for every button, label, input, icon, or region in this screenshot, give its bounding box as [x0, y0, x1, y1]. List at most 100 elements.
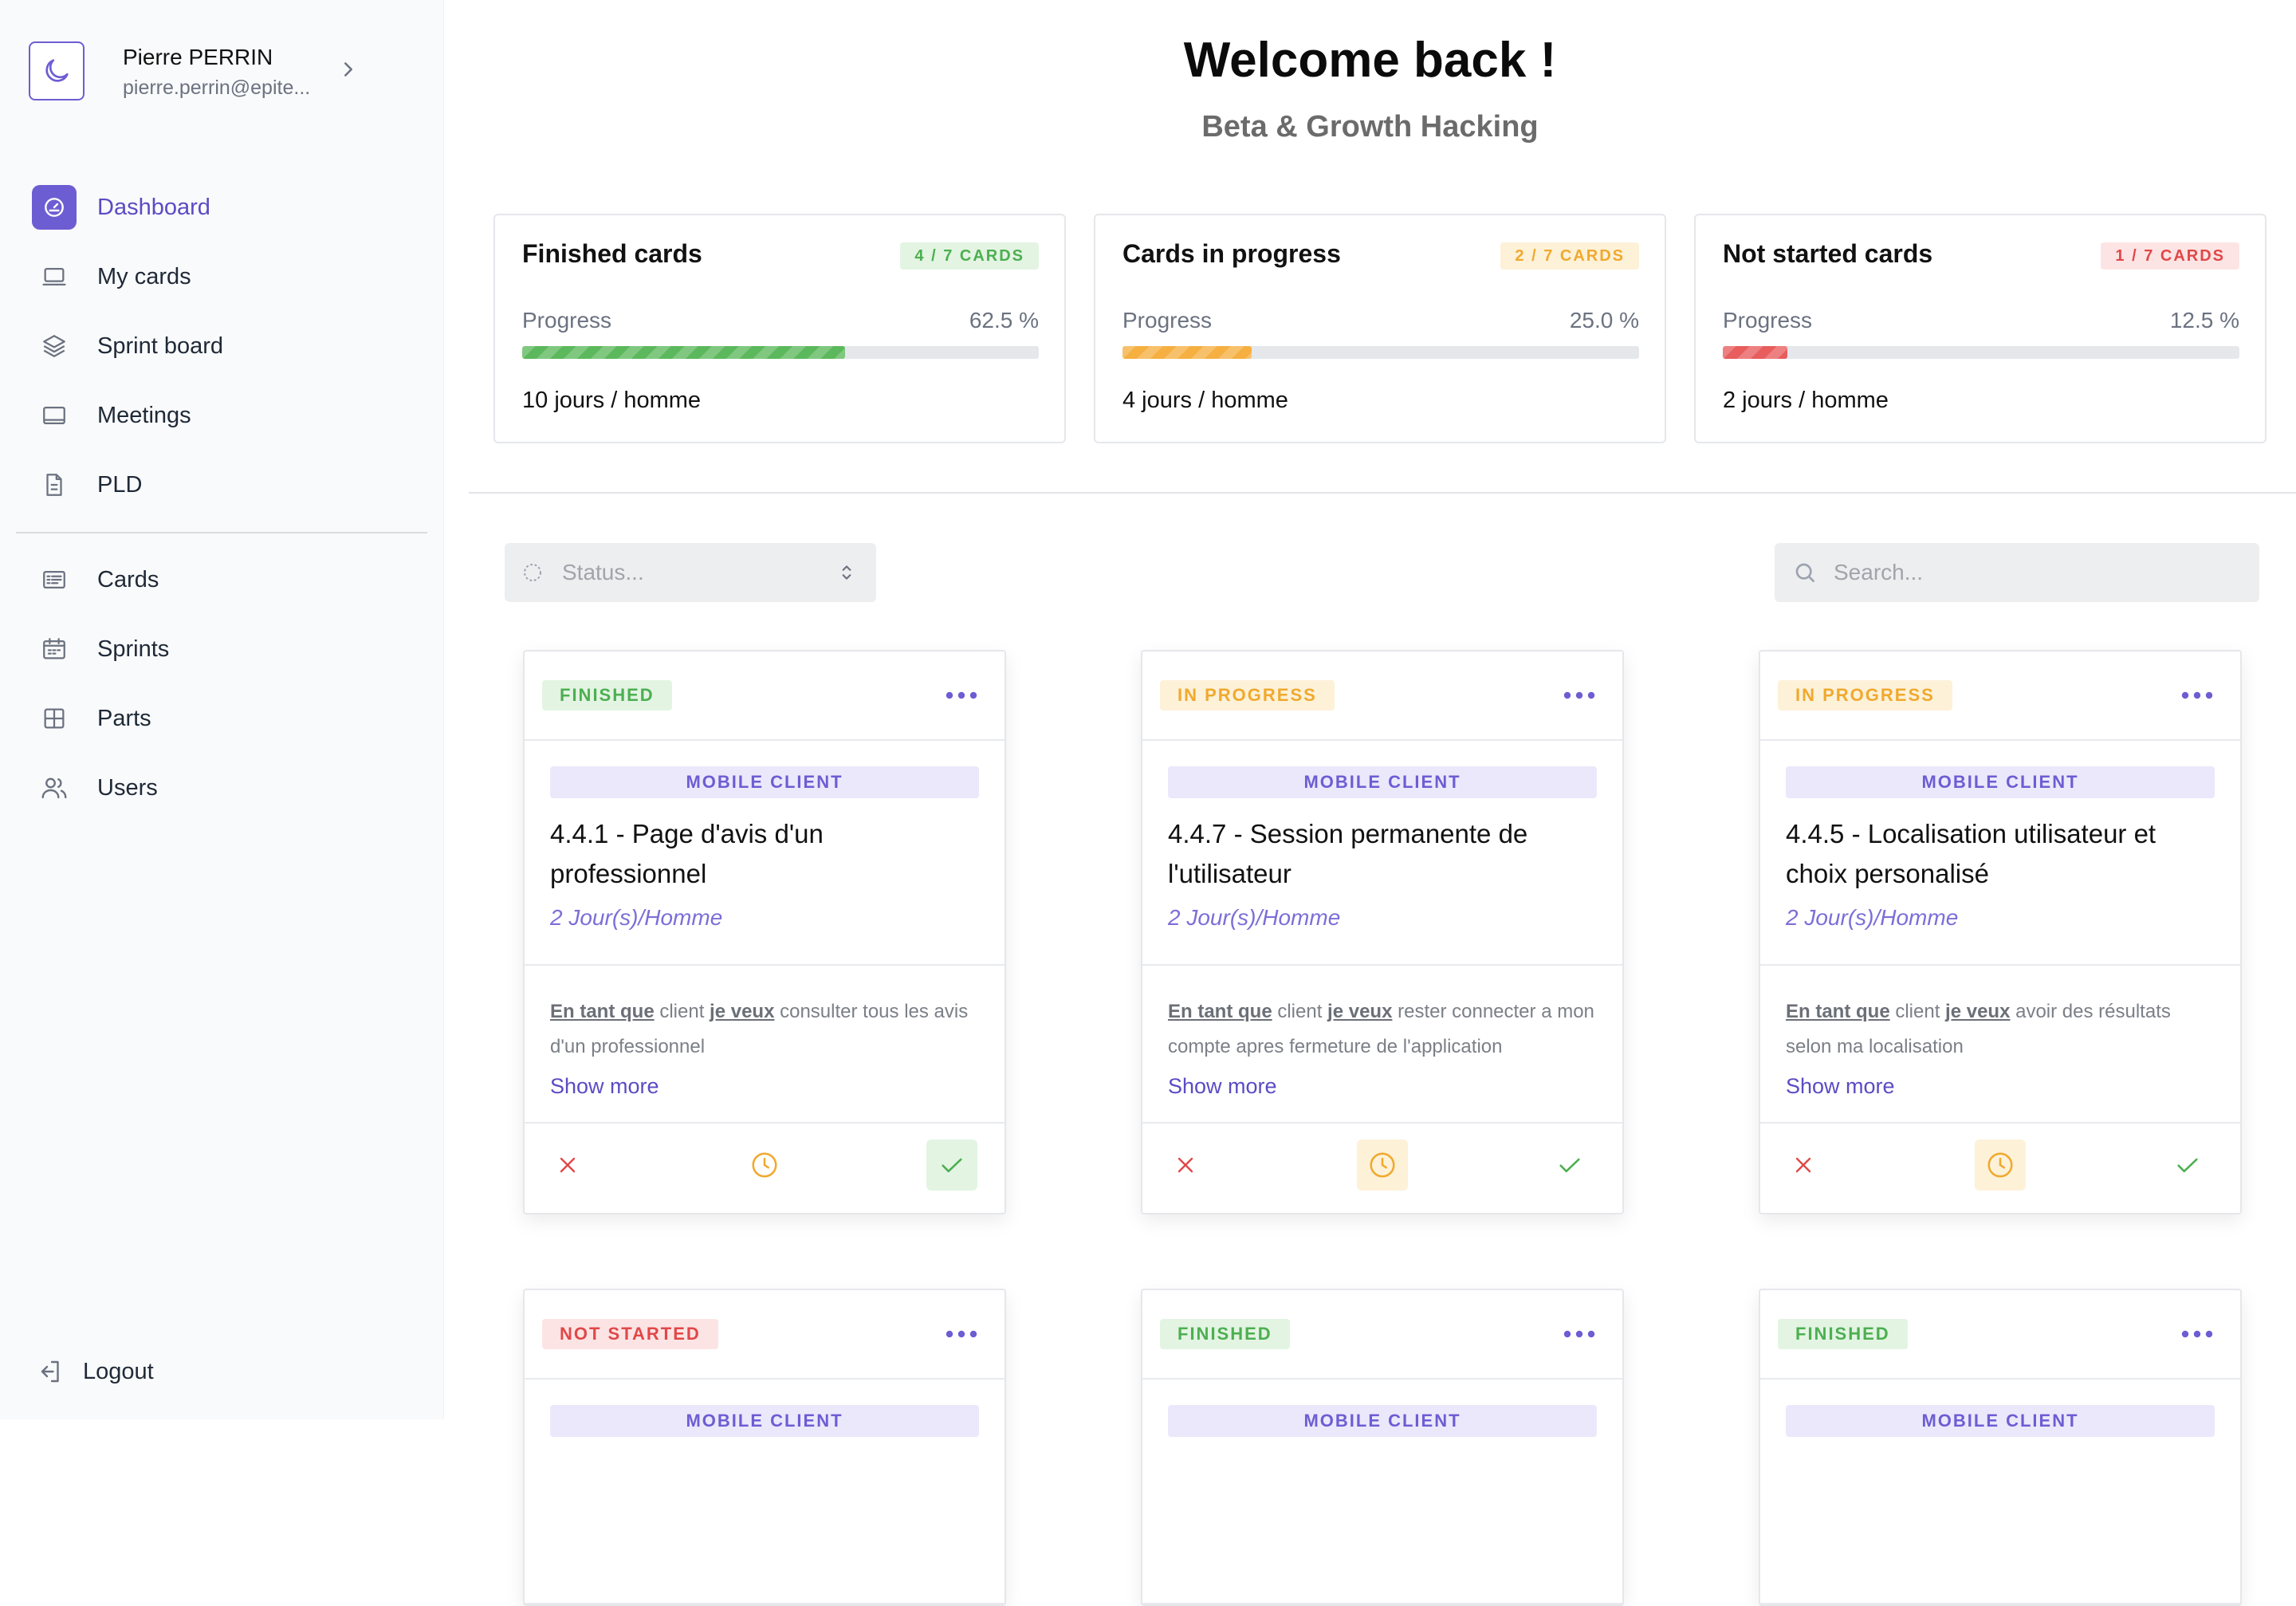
- nav-divider: [16, 532, 427, 533]
- card-status-badge: IN PROGRESS: [1160, 680, 1335, 710]
- task-card: NOT STARTED MOBILE CLIENT: [523, 1289, 1006, 1606]
- show-more-link[interactable]: Show more: [550, 1074, 659, 1099]
- stat-badge: 2 / 7 CARDS: [1500, 242, 1639, 270]
- card-part-tag: MOBILE CLIENT: [550, 1405, 979, 1437]
- mark-in-progress-button[interactable]: [739, 1140, 790, 1191]
- logout-label: Logout: [83, 1358, 154, 1384]
- close-icon: [1795, 1157, 1811, 1173]
- progress-value: 25.0 %: [1569, 308, 1639, 333]
- card-part-tag: MOBILE CLIENT: [1786, 766, 2215, 798]
- progress-bar: [1723, 346, 2239, 359]
- sidebar-item-label: Parts: [97, 705, 151, 731]
- card-part-tag: MOBILE CLIENT: [1786, 1405, 2215, 1437]
- sidebar-item-label: Cards: [97, 566, 159, 592]
- mark-not-started-button[interactable]: [1160, 1140, 1211, 1191]
- task-card: IN PROGRESS MOBILE CLIENT 4.4.5 - Locali…: [1759, 650, 2242, 1214]
- more-options-icon[interactable]: [1562, 683, 1597, 707]
- sidebar-item-pld[interactable]: PLD: [32, 461, 415, 509]
- sidebar-item-parts[interactable]: Parts: [32, 695, 415, 742]
- more-options-icon[interactable]: [944, 1322, 979, 1346]
- progress-label: Progress: [1122, 308, 1213, 333]
- sidebar-item-sprints[interactable]: Sprints: [32, 625, 415, 673]
- status-dashed-circle-icon: [524, 564, 541, 581]
- card-description: En tant que client je veux avoir des rés…: [1786, 1001, 2171, 1057]
- sidebar-item-users[interactable]: Users: [32, 764, 415, 812]
- laptop-icon: [32, 254, 77, 299]
- page-title: Welcome back !: [1183, 33, 1557, 88]
- more-options-icon[interactable]: [1562, 1322, 1597, 1346]
- mark-in-progress-button[interactable]: [1357, 1140, 1408, 1191]
- stat-card-finished: Finished cards 4 / 7 CARDS Progress 62.5…: [493, 214, 1066, 443]
- chevron-right-icon: [344, 62, 352, 77]
- task-card: FINISHED MOBILE CLIENT: [1759, 1289, 2242, 1606]
- task-card: FINISHED MOBILE CLIENT 4.4.1 - Page d'av…: [523, 650, 1006, 1214]
- search-input[interactable]: [1832, 559, 2234, 586]
- profile-email: pierre.perrin@epite...: [123, 77, 311, 99]
- check-icon: [942, 1158, 962, 1173]
- stat-badge: 1 / 7 CARDS: [2101, 242, 2239, 270]
- stat-badge: 4 / 7 CARDS: [900, 242, 1039, 270]
- search-box: [1775, 543, 2259, 602]
- card-description: En tant que client je veux consulter tou…: [550, 1001, 969, 1057]
- clock-icon: [1370, 1152, 1395, 1178]
- calendar-icon: [32, 627, 77, 671]
- task-card: FINISHED MOBILE CLIENT: [1141, 1289, 1624, 1606]
- card-title: 4.4.7 - Session permanente de l'utilisat…: [1168, 819, 1528, 888]
- close-icon: [560, 1157, 576, 1173]
- card-duration: 2 Jour(s)/Homme: [1786, 905, 1959, 930]
- task-card: IN PROGRESS MOBILE CLIENT 4.4.7 - Sessio…: [1141, 650, 1624, 1214]
- sidebar-item-dashboard[interactable]: Dashboard: [32, 183, 415, 231]
- card-status-badge: IN PROGRESS: [1778, 680, 1952, 710]
- card-status-badge: FINISHED: [1778, 1319, 1908, 1349]
- status-filter-placeholder: Status...: [562, 560, 644, 585]
- mark-not-started-button[interactable]: [1778, 1140, 1829, 1191]
- search-icon: [1795, 563, 1814, 582]
- progress-fill: [1122, 346, 1252, 359]
- progress-label: Progress: [1723, 308, 1813, 333]
- mark-finished-button[interactable]: [926, 1140, 977, 1191]
- sidebar-item-my-cards[interactable]: My cards: [32, 253, 415, 301]
- logout-icon: [41, 1360, 59, 1383]
- progress-bar: [1122, 346, 1639, 359]
- mark-in-progress-button[interactable]: [1975, 1140, 2026, 1191]
- dashboard-icon: [32, 185, 77, 230]
- project-subtitle: Beta & Growth Hacking: [1201, 110, 1539, 144]
- sidebar-item-cards[interactable]: Cards: [32, 556, 415, 604]
- screen-icon: [32, 393, 77, 438]
- profile-name: Pierre PERRIN: [123, 45, 273, 69]
- logout-button[interactable]: Logout: [35, 1357, 154, 1386]
- sidebar-item-label: Sprints: [97, 636, 170, 662]
- sidebar-item-label: My cards: [97, 263, 191, 289]
- more-options-icon[interactable]: [2180, 1322, 2215, 1346]
- card-duration: 2 Jour(s)/Homme: [1168, 905, 1341, 930]
- card-title: 4.4.5 - Localisation utilisateur et choi…: [1786, 819, 2156, 888]
- progress-label: Progress: [522, 308, 612, 333]
- sidebar-item-meetings[interactable]: Meetings: [32, 392, 415, 439]
- more-options-icon[interactable]: [2180, 683, 2215, 707]
- profile-switcher[interactable]: Pierre PERRIN pierre.perrin@epite...: [29, 41, 419, 104]
- card-duration: 2 Jour(s)/Homme: [550, 905, 723, 930]
- chevron-up-down-icon: [842, 565, 851, 580]
- progress-value: 12.5 %: [2169, 308, 2239, 333]
- progress-value: 62.5 %: [969, 308, 1039, 333]
- show-more-link[interactable]: Show more: [1168, 1074, 1277, 1099]
- clock-icon: [752, 1152, 777, 1178]
- stat-days: 4 jours / homme: [1122, 388, 1288, 413]
- stat-title: Cards in progress: [1122, 239, 1341, 268]
- section-divider: [469, 492, 2296, 494]
- stat-days: 10 jours / homme: [522, 388, 702, 413]
- sidebar-item-label: Sprint board: [97, 333, 223, 359]
- mark-finished-button[interactable]: [1544, 1140, 1595, 1191]
- card-title: 4.4.1 - Page d'avis d'un professionnel: [550, 819, 824, 888]
- mark-finished-button[interactable]: [2162, 1140, 2213, 1191]
- stat-card-in-progress: Cards in progress 2 / 7 CARDS Progress 2…: [1094, 214, 1666, 443]
- mark-not-started-button[interactable]: [542, 1140, 593, 1191]
- status-filter-select[interactable]: Status...: [505, 543, 876, 602]
- sidebar-item-label: Meetings: [97, 402, 191, 428]
- card-part-tag: MOBILE CLIENT: [1168, 766, 1597, 798]
- layers-icon: [32, 324, 77, 368]
- more-options-icon[interactable]: [944, 683, 979, 707]
- sidebar-item-sprint-board[interactable]: Sprint board: [32, 322, 415, 370]
- show-more-link[interactable]: Show more: [1786, 1074, 1895, 1099]
- stat-title: Not started cards: [1723, 239, 1933, 268]
